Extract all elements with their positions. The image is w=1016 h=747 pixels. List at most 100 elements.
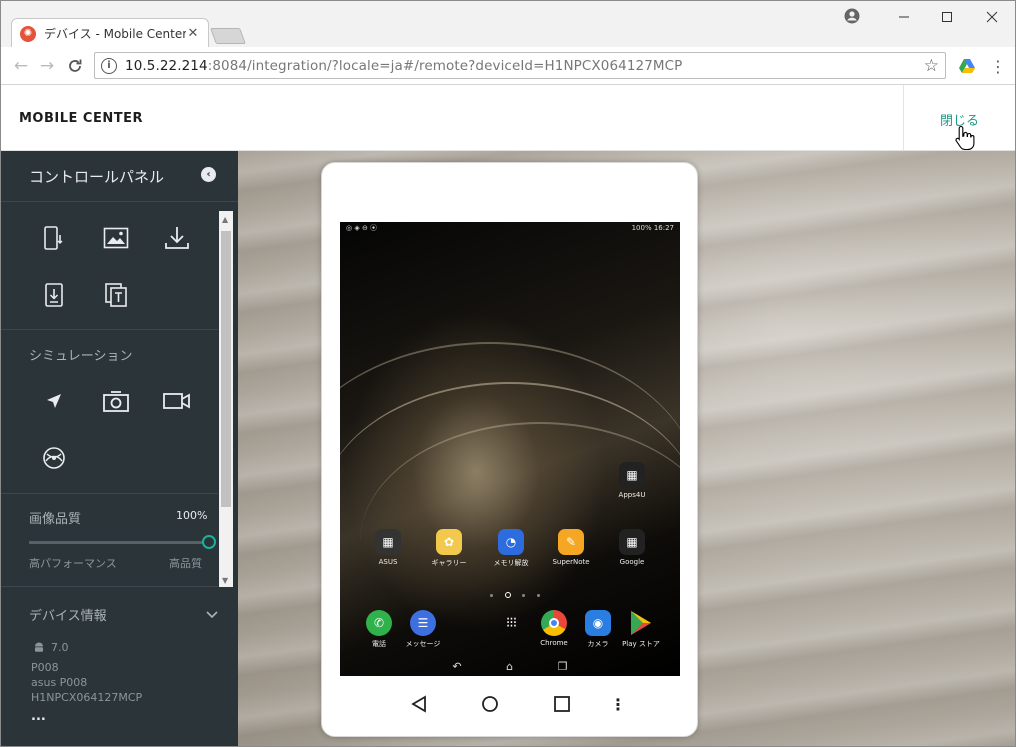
nav-more-icon[interactable]: ⋮: [606, 692, 630, 716]
app-folder-asus[interactable]: ▦ ASUS: [365, 529, 411, 566]
app-label: メッセージ: [405, 640, 441, 648]
android-home-icon[interactable]: ⌂: [506, 660, 513, 673]
mobile-center-favicon: ✺: [20, 25, 36, 42]
device-serial: H1NPCX064127MCP: [31, 691, 143, 704]
bookmark-star-icon[interactable]: ☆: [924, 56, 939, 76]
dock-camera[interactable]: ◉ カメラ: [575, 610, 621, 649]
app-gallery[interactable]: ✿ ギャラリー: [426, 529, 472, 568]
divider: [1, 586, 218, 587]
back-arrow-icon[interactable]: ←: [9, 54, 33, 78]
site-info-icon[interactable]: i: [101, 57, 117, 74]
app-memory-cleaner[interactable]: ◔ メモリ解放: [488, 529, 534, 568]
hand-cursor-icon: [955, 125, 975, 151]
app-folder-apps4u[interactable]: ▦ Apps4U: [609, 462, 655, 499]
panel-scrollbar[interactable]: ▲ ▼: [219, 211, 233, 587]
page-dot: [536, 593, 540, 597]
camera-icon[interactable]: [100, 385, 132, 417]
video-camera-icon[interactable]: [161, 385, 193, 417]
device-info-heading[interactable]: デバイス情報: [29, 605, 107, 624]
device-model: P008: [31, 661, 59, 674]
device-manufacturer-model: asus P008: [31, 676, 88, 689]
install-app-icon[interactable]: [38, 279, 70, 311]
url-path: :8084/integration/?locale=ja#/remote?dev…: [207, 57, 683, 74]
profile-icon[interactable]: [843, 7, 861, 25]
screenshot-image-icon[interactable]: [100, 222, 132, 254]
control-panel: コントロールパネル ‹ シミュレーション 画像品質 100% 高パフォーマンス …: [1, 151, 238, 746]
address-bar[interactable]: i 10.5.22.214:8084/integration/?locale=j…: [94, 52, 946, 79]
app-folder-google[interactable]: ▦ Google: [609, 529, 655, 566]
android-status-bar: ◎ ◈ ⊖ ⦿ 100% 16:27: [340, 222, 680, 234]
quality-heading: 画像品質: [29, 512, 82, 527]
brand-title: MOBILE CENTER: [19, 111, 143, 126]
forward-arrow-icon[interactable]: →: [35, 54, 59, 78]
drive-extension-icon[interactable]: [955, 54, 979, 78]
slider-max-label: 高品質: [169, 557, 202, 570]
chevron-down-icon[interactable]: [206, 608, 218, 622]
app-label: SuperNote: [552, 558, 590, 566]
scroll-up-arrow[interactable]: ▲: [222, 215, 228, 224]
minimize-button[interactable]: [881, 1, 927, 33]
scroll-down-arrow[interactable]: ▼: [222, 576, 228, 585]
android-recents-icon[interactable]: ❐: [558, 660, 568, 673]
tab-close-icon[interactable]: ✕: [186, 26, 200, 41]
reload-icon[interactable]: [63, 54, 87, 78]
quality-slider[interactable]: [29, 535, 216, 549]
more-info-button[interactable]: ...: [31, 709, 46, 724]
maximize-button[interactable]: [924, 1, 970, 33]
dock-chrome[interactable]: Chrome: [531, 610, 577, 647]
sensor-simulation-icon[interactable]: [38, 442, 70, 474]
pencil-icon: ✎: [558, 529, 584, 555]
android-icon: [33, 641, 45, 656]
status-battery-time: 100% 16:27: [631, 224, 674, 232]
dock-messages[interactable]: ☰ メッセージ: [400, 610, 446, 649]
os-version: 7.0: [51, 641, 69, 654]
slider-min-label: 高パフォーマンス: [29, 557, 117, 570]
browser-window: ✺ デバイス - Mobile Center ✕ ← → i 10.5.22.2…: [0, 0, 1016, 747]
app-drawer-button[interactable]: ⁝⁝⁝: [488, 610, 534, 636]
simulation-heading: シミュレーション: [29, 349, 133, 364]
app-label: メモリ解放: [493, 559, 529, 567]
nav-home-icon[interactable]: [478, 692, 502, 716]
chrome-icon: [541, 610, 567, 636]
device-screen[interactable]: ◎ ◈ ⊖ ⦿ 100% 16:27 ▦ Apps4U ▦ ASUS ✿ ギャラ…: [340, 222, 680, 676]
url-host: 10.5.22.214: [125, 57, 208, 74]
page-dot: [490, 593, 493, 597]
window-close-button[interactable]: [969, 1, 1015, 33]
app-supernote[interactable]: ✎ SuperNote: [548, 529, 594, 566]
browser-tab[interactable]: ✺ デバイス - Mobile Center ✕: [11, 18, 209, 48]
app-label: Chrome: [540, 639, 568, 647]
android-soft-nav: ↶ ⌂ ❐: [340, 656, 680, 676]
app-label: Google: [619, 558, 645, 566]
collapse-panel-icon[interactable]: ‹: [201, 167, 216, 182]
app-label: Apps4U: [618, 491, 646, 499]
status-notification-icons: ◎ ◈ ⊖ ⦿: [346, 224, 378, 232]
google-folder-icon: ▦: [619, 529, 645, 555]
scroll-thumb[interactable]: [221, 231, 231, 507]
control-panel-header: コントロールパネル ‹: [1, 151, 238, 202]
nav-recents-icon[interactable]: [550, 692, 574, 716]
page-dot-active: [504, 592, 511, 598]
location-arrow-icon[interactable]: [38, 385, 70, 417]
dock-play-store[interactable]: Play ストア: [618, 610, 664, 649]
url-text: 10.5.22.214:8084/integration/?locale=ja#…: [125, 58, 682, 74]
app-label: 電話: [372, 640, 386, 648]
close-area: 閉じる: [903, 85, 1015, 151]
text-clipboard-icon[interactable]: [100, 279, 132, 311]
new-tab-button[interactable]: [210, 28, 246, 44]
gallery-icon: ✿: [436, 529, 462, 555]
phone-icon: ✆: [366, 610, 392, 636]
quality-slider-handle[interactable]: [202, 535, 216, 549]
download-icon[interactable]: [161, 222, 193, 254]
browser-menu-icon[interactable]: ⋮: [986, 54, 1010, 78]
speedometer-icon: ◔: [498, 529, 524, 555]
app-label: Play ストア: [622, 640, 660, 648]
android-back-icon[interactable]: ↶: [452, 660, 461, 673]
app-label: カメラ: [587, 640, 609, 648]
app-drawer-icon: ⁝⁝⁝: [505, 615, 517, 631]
dock-phone[interactable]: ✆ 電話: [356, 610, 402, 649]
rotate-device-icon[interactable]: [38, 222, 70, 254]
nav-back-icon[interactable]: [407, 692, 431, 716]
app-label: ASUS: [378, 558, 398, 566]
device-frame: ◎ ◈ ⊖ ⦿ 100% 16:27 ▦ Apps4U ▦ ASUS ✿ ギャラ…: [321, 162, 698, 737]
divider: [1, 329, 218, 330]
